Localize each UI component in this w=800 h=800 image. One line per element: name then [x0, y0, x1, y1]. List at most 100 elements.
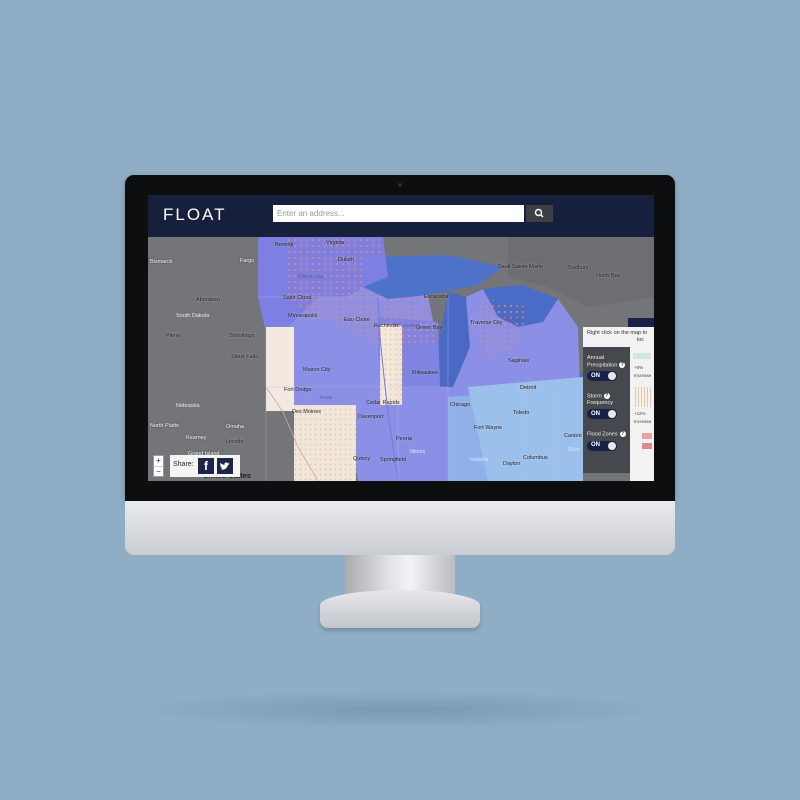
app-logo[interactable]: FLOAT: [163, 205, 227, 225]
city-label: Columbus: [523, 455, 548, 461]
region-label: Iowa: [320, 395, 332, 401]
map-canvas[interactable]: Bemidji Virginia Bismarck Fargo Duluth A…: [148, 237, 654, 481]
toggle-state: ON: [591, 372, 600, 379]
region-label: Ohio: [568, 447, 580, 453]
region-label: Minnesota: [298, 274, 324, 280]
city-label: Fort Wayne: [474, 425, 503, 431]
facebook-icon: f: [204, 459, 208, 473]
city-label: Quincy: [353, 456, 371, 462]
monitor-chin: [125, 501, 675, 555]
city-label: Brookings: [230, 333, 255, 339]
screen: FLOAT Enter an address... Bemidji Virgin…: [148, 195, 654, 481]
layer-label: Annual Precipitation?: [587, 355, 629, 368]
toggle-state: ON: [591, 442, 600, 449]
legend: +0% Increase +12% Increase: [630, 347, 654, 481]
layer-label-line1: Storm: [587, 393, 602, 400]
city-label: Davenport: [358, 414, 384, 420]
legend-bottom-label: Increase: [634, 419, 652, 424]
city-label: Virginia: [326, 240, 345, 246]
region-label: Nebraska: [176, 403, 200, 409]
city-label: Dayton: [503, 461, 521, 467]
flood-zones-toggle[interactable]: ON: [587, 440, 617, 451]
legend-mid-value: +12%: [634, 411, 646, 416]
city-label: Green Bay: [416, 325, 443, 331]
city-label: Bemidji: [275, 242, 294, 248]
city-label: Duluth: [338, 257, 354, 263]
city-label: Chicago: [450, 402, 471, 408]
city-label: Des Moines: [292, 409, 322, 415]
layers-panel: Annual Precipitation? ON Storm? Frequenc…: [583, 347, 630, 473]
city-label: North Bay: [596, 273, 621, 279]
facebook-share-button[interactable]: f: [198, 458, 214, 474]
zoom-out-button[interactable]: −: [154, 466, 163, 477]
layer-label-line1: Annual: [587, 355, 605, 361]
info-icon[interactable]: ?: [603, 393, 610, 399]
layer-label-line1: Flood Zones: [587, 431, 618, 438]
city-label: Fort Dodge: [284, 387, 312, 393]
legend-top-value: +0%: [634, 365, 644, 370]
city-label: Traverse City: [470, 320, 503, 326]
share-bar: Share: f: [170, 455, 240, 477]
twitter-icon: [220, 462, 230, 470]
info-icon[interactable]: ?: [619, 361, 626, 368]
layer-storm-frequency: Storm? Frequency ON: [587, 393, 629, 420]
search-button[interactable]: [526, 205, 553, 222]
region-label: South Dakota: [176, 313, 210, 319]
storm-frequency-toggle[interactable]: ON: [587, 409, 617, 420]
legend-swatch: [633, 387, 651, 407]
legend-swatch: [642, 443, 652, 449]
layer-label-line2: Precipitation: [587, 361, 618, 368]
city-label: Peoria: [396, 436, 412, 442]
city-label: Cedar Rapids: [366, 400, 400, 406]
layer-annual-precipitation: Annual Precipitation? ON: [587, 355, 629, 382]
city-label: Pierre: [166, 333, 181, 339]
map-hint-text: Right click on the map to: [587, 330, 648, 336]
city-label: Minneapolis: [288, 313, 318, 319]
zoom-control: + −: [153, 455, 164, 477]
toggle-knob: [608, 441, 616, 450]
city-label: Milwaukee: [412, 370, 438, 376]
city-label: Saginaw: [508, 358, 530, 364]
map-hint: Right click on the map to loc: [583, 327, 654, 347]
city-label: Bismarck: [150, 259, 173, 265]
map-layers: [148, 237, 654, 481]
city-label: North Platte: [150, 423, 180, 429]
zoom-in-button[interactable]: +: [154, 456, 163, 466]
city-label: Mason City: [303, 367, 331, 373]
city-label: Eau Claire: [344, 317, 370, 323]
map-hint-text-cont: loc: [637, 337, 645, 343]
toggle-knob: [608, 372, 616, 381]
city-label: Lincoln: [226, 439, 244, 445]
city-label: Escanaba: [424, 294, 449, 300]
share-label: Share:: [173, 461, 194, 468]
city-label: Omaha: [226, 424, 245, 430]
city-label: Detroit: [520, 385, 537, 391]
city-label: Saint Cloud: [283, 295, 312, 301]
city-label: Sioux Falls: [231, 354, 258, 360]
region-label: Wisconsin: [394, 323, 420, 329]
layer-label: Flood Zones?: [587, 431, 629, 438]
info-icon[interactable]: ?: [619, 431, 626, 437]
twitter-share-button[interactable]: [217, 458, 233, 474]
toggle-state: ON: [591, 410, 600, 417]
city-label: Sault Sainte Marie: [498, 264, 543, 270]
region-label: Illinois: [410, 449, 426, 455]
legend-swatch: [642, 433, 652, 439]
precipitation-toggle[interactable]: ON: [587, 371, 617, 382]
region-label: Indiana: [470, 457, 489, 463]
legend-swatch: [633, 353, 651, 359]
city-label: Sudbury: [568, 265, 589, 271]
region-label: Michigan: [504, 317, 527, 323]
panel-header-tab[interactable]: [628, 318, 654, 327]
address-search-input[interactable]: [273, 205, 524, 222]
city-label: Fargo: [240, 258, 255, 264]
city-label: Kearney: [186, 435, 207, 441]
layer-flood-zones: Flood Zones? ON: [587, 431, 629, 451]
monitor-shadow: [130, 690, 670, 730]
city-label: Toledo: [513, 410, 530, 416]
monitor-stand-base: [320, 590, 480, 628]
camera-icon: [398, 183, 402, 187]
layer-label: Storm? Frequency: [587, 393, 629, 406]
toggle-knob: [608, 410, 616, 419]
city-label: Springfield: [380, 457, 406, 463]
